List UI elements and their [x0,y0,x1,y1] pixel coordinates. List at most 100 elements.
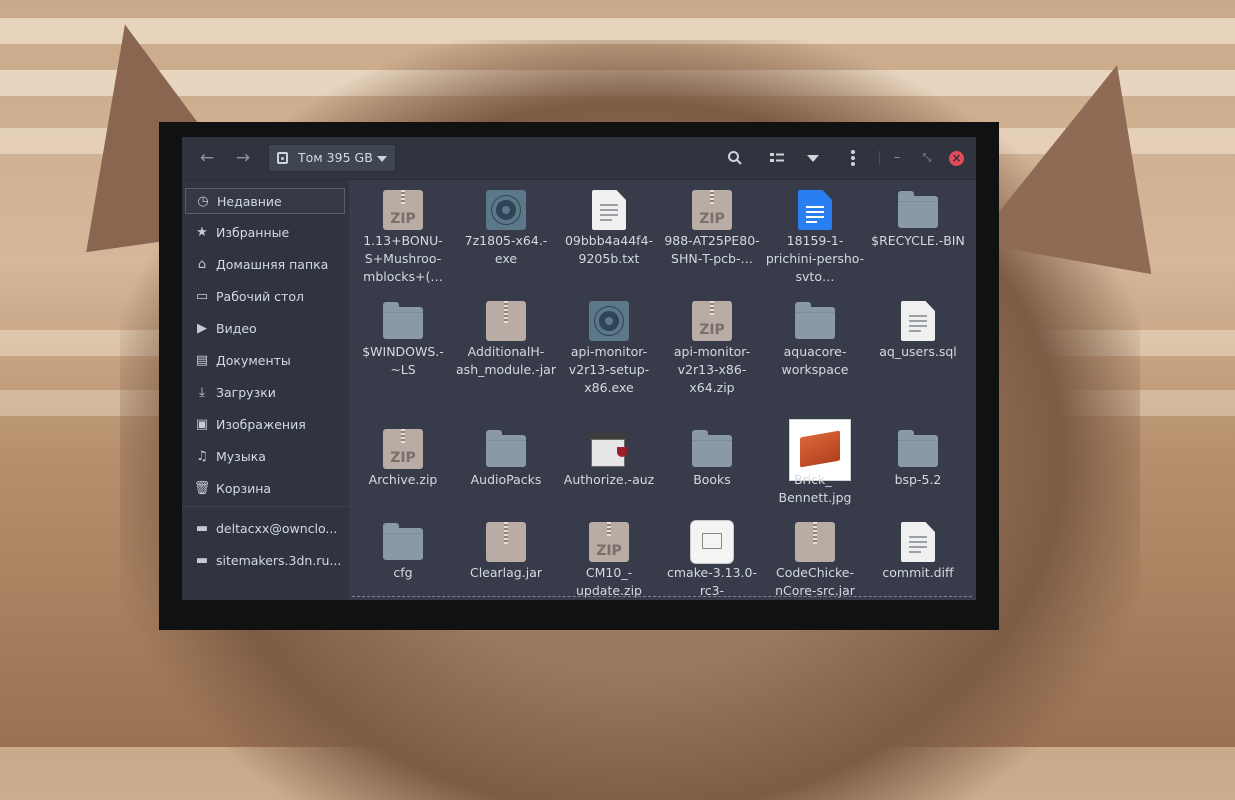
forward-button[interactable]: → [232,146,254,170]
folder-icon [383,302,423,339]
wine-icon [589,429,629,469]
package-installer-icon [690,520,734,564]
sidebar-item[interactable]: ★ Избранные [185,220,345,246]
chevron-down-icon [807,155,819,162]
network-icon: ▬ [195,521,209,536]
close-icon: × [951,151,962,165]
arrow-left-icon: ← [199,148,215,168]
file-item[interactable]: api-monitor-v2r13-setup-x86.exe [559,291,659,401]
file-item[interactable]: aq_users.sql [868,291,968,401]
file-item[interactable]: ZIP 988-AT25PE80-SHN-T-pcb-… [662,180,762,290]
home-icon: ⌂ [197,257,207,272]
star-icon: ★ [196,225,208,240]
location-dropdown[interactable]: Том 395 GB [268,144,396,172]
view-list-button[interactable] [765,146,789,170]
file-name: api-monitor-v2r13-setup-x86.exe [568,344,650,395]
sidebar-item[interactable]: ▤ Документы [185,348,345,374]
search-icon [728,151,742,165]
maximize-button[interactable]: ⤡ [917,146,937,170]
file-item[interactable]: 09bbb4a44f4-9205b.txt [559,180,659,290]
chevron-down-icon [377,156,387,162]
file-name: 988-AT25PE80-SHN-T-pcb-… [664,233,760,266]
jar-archive-icon [486,301,526,341]
sidebar-item-label: Избранные [216,225,290,240]
sidebar-item[interactable]: ⌂ Домашняя папка [185,252,345,278]
sidebar-item[interactable]: ◷ Недавние [185,188,345,214]
text-file-icon [901,522,935,562]
file-name: 09bbb4a44f4-9205b.txt [564,233,654,266]
minimize-icon: – [893,150,901,165]
sidebar-item[interactable]: 🗑 Корзина [185,476,345,502]
zip-label: ZIP [699,322,725,338]
file-name: $RECYCLE.-BIN [871,233,965,248]
file-item[interactable]: CodeChicke-nCore-src.jar [765,512,865,600]
search-button[interactable] [723,146,747,170]
file-item[interactable]: commit.diff [868,512,968,600]
sidebar-item[interactable]: ▣ Изображения [185,412,345,438]
sidebar-item[interactable]: ♫ Музыка [185,444,345,470]
executable-gear-icon [486,190,526,230]
file-item[interactable]: Clearlag.jar [456,512,556,600]
download-icon: ⤓ [199,385,205,400]
sidebar-item-label: Видео [216,321,257,336]
restore-icon: ⤡ [922,151,932,164]
sidebar-item[interactable]: ▶ Видео [185,316,345,342]
sidebar-item[interactable]: ▭ Рабочий стол [185,284,345,310]
file-item[interactable]: AdditionalH-ash_module.-jar [456,291,556,401]
zip-label: ZIP [596,543,622,559]
file-name: CodeChicke-nCore-src.jar [775,565,855,598]
sidebar-item[interactable]: ▬ deltacxx@ownclo... [185,516,345,542]
document-icon: ▤ [195,353,209,368]
sidebar-item[interactable]: ⤓ Загрузки [185,380,345,406]
location-label: Том 395 GB [298,150,373,165]
menu-button[interactable] [842,146,864,170]
file-item[interactable]: aquacore-workspace [765,291,865,401]
file-item[interactable]: ZIP 1.13+BONU-S+Mushroo-mblocks+(… [353,180,453,290]
file-item[interactable]: cmake-3.13.0-rc3- [662,512,762,600]
file-manager-window: ← → Том 395 GB – ⤡ × ◷ Недавние ★ Избран… [182,137,976,600]
content-bottom-edge [352,596,972,599]
desktop-icon: ▭ [195,289,209,304]
jar-archive-icon [486,522,526,562]
jar-archive-icon [795,522,835,562]
file-name: aq_users.sql [879,344,957,359]
file-name: CM10_-update.zip [576,565,642,598]
file-name: Clearlag.jar [469,565,542,580]
arrow-right-icon: → [235,148,251,168]
sidebar-item-label: Загрузки [216,385,276,400]
file-name: api-monitor-v2r13-x86-x64.zip [673,344,751,395]
text-file-icon [901,301,935,341]
sidebar-item[interactable]: ▬ sitemakers.3dn.ru... [185,548,345,574]
file-item[interactable]: ZIP CM10_-update.zip [559,512,659,600]
minimize-button[interactable]: – [887,146,907,170]
folder-icon [898,191,938,228]
file-name: cmake-3.13.0-rc3- [667,565,757,598]
file-item[interactable]: $WINDOWS.-~LS [353,291,453,401]
zip-label: ZIP [390,450,416,466]
sidebar-item-label: Музыка [216,449,266,464]
sidebar-item-label: Изображения [216,417,306,432]
file-name: AudioPacks [470,472,542,487]
file-item[interactable]: cfg [353,512,453,600]
folder-icon [898,430,938,467]
cat-ear-right [974,45,1186,275]
file-item[interactable]: 7z1805-x64.-exe [456,180,556,290]
sidebar-item-label: Недавние [217,194,282,209]
view-options-button[interactable] [802,146,824,170]
file-item[interactable]: $RECYCLE.-BIN [868,180,968,290]
sidebar-item-label: Документы [216,353,291,368]
sidebar-item-label: Корзина [216,481,272,496]
file-name: Archive.zip [368,472,438,487]
video-icon: ▶ [197,321,207,336]
sidebar: ◷ Недавние ★ Избранные ⌂ Домашняя папка ▭ Рабоч… [182,180,349,600]
file-name: 1.13+BONU-S+Mushroo-mblocks+(… [363,233,443,284]
file-name: Authorize.-auz [563,472,655,487]
file-name: cfg [393,565,413,580]
back-button[interactable]: ← [196,146,218,170]
file-item[interactable]: 18159-1-prichini-persho-svto… [765,180,865,290]
document-file-icon [798,190,832,230]
close-button[interactable]: × [949,151,964,166]
file-name: AdditionalH-ash_module.-jar [456,344,556,377]
file-grid: ZIP 1.13+BONU-S+Mushroo-mblocks+(… 7z1805-… [349,180,976,600]
file-item[interactable]: ZIP api-monitor-v2r13-x86-x64.zip [662,291,762,401]
